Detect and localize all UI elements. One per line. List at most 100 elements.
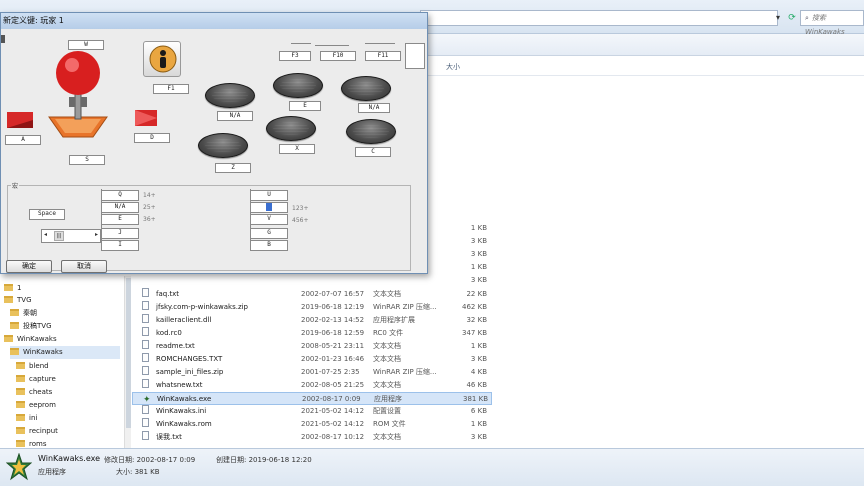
address-dropdown-icon[interactable]: ▾ bbox=[772, 10, 784, 26]
action-button-1[interactable] bbox=[205, 83, 255, 108]
key-extra-label[interactable] bbox=[405, 43, 425, 69]
macro-value: 14+ bbox=[143, 192, 156, 199]
key-start-label[interactable]: F1 bbox=[153, 84, 189, 94]
macro-key-label-active[interactable] bbox=[250, 202, 288, 213]
folder-icon bbox=[16, 440, 25, 447]
folder-icon bbox=[16, 388, 25, 395]
tree-scrollbar[interactable] bbox=[124, 276, 131, 448]
refresh-icon[interactable]: ⟳ bbox=[786, 10, 798, 26]
folder-icon bbox=[4, 335, 13, 342]
macro-group bbox=[7, 185, 411, 271]
file-row[interactable]: readme.txt 2008-05-21 23:11 文本文档 1 KB bbox=[132, 340, 492, 353]
tree-item[interactable]: recinput bbox=[16, 425, 58, 438]
macro-key-label[interactable]: U bbox=[250, 190, 288, 201]
space-label[interactable]: Space bbox=[29, 209, 65, 220]
action-button-5[interactable] bbox=[266, 116, 316, 141]
key-right-label[interactable]: D bbox=[134, 133, 170, 143]
action-button-4[interactable] bbox=[198, 133, 248, 158]
key-btn1-label[interactable]: N/A bbox=[217, 111, 253, 121]
tree-item[interactable]: cheats bbox=[16, 386, 52, 399]
file-row[interactable]: kailleraclient.dll 2002-02-13 14:52 应用程序扩展… bbox=[132, 314, 492, 327]
folder-icon bbox=[10, 348, 19, 355]
key-btn3-label[interactable]: N/A bbox=[358, 103, 390, 113]
text-file-icon bbox=[142, 353, 149, 362]
file-row[interactable]: whatsnew.txt 2002-08-05 21:25 文本文档 46 KB bbox=[132, 379, 492, 392]
tree-item-selected[interactable]: WinKawaks bbox=[10, 346, 120, 359]
action-button-6[interactable] bbox=[346, 119, 396, 144]
spinner-right-icon[interactable]: ▸ bbox=[95, 231, 98, 238]
key-btn5-label[interactable]: X bbox=[279, 144, 315, 154]
folder-icon bbox=[16, 427, 25, 434]
tree-item[interactable]: capture bbox=[16, 373, 56, 386]
key-btn4-label[interactable]: Z bbox=[215, 163, 251, 173]
left-arrow-icon bbox=[7, 112, 33, 128]
macro-value: 123+ bbox=[292, 205, 309, 212]
key-f3-label[interactable]: F3 bbox=[279, 51, 311, 61]
file-row[interactable]: sample_ini_files.zip 2001-07-25 2:35 WinRA… bbox=[132, 366, 492, 379]
key-f10-label[interactable]: F10 bbox=[320, 51, 356, 61]
file-row[interactable]: ROMCHANGES.TXT 2002-01-23 16:46 文本文档 3 KB bbox=[132, 353, 492, 366]
right-arrow-icon bbox=[135, 110, 157, 126]
tree-item[interactable]: eeprom bbox=[16, 399, 56, 412]
details-type: 应用程序 bbox=[38, 468, 66, 476]
key-left-label[interactable]: A bbox=[5, 135, 41, 145]
key-mapping-dialog: 新定义键: 玩家 1 W S A D F1 F3 F10 F11 N/A E N… bbox=[0, 12, 428, 274]
macro-key-label[interactable]: I bbox=[101, 240, 139, 251]
action-button-2[interactable] bbox=[273, 73, 323, 98]
spinner-thumb[interactable]: ||| bbox=[54, 231, 64, 241]
macro-spinner[interactable]: ◂ ||| ▸ bbox=[41, 229, 101, 243]
macro-key-label[interactable]: Q bbox=[101, 190, 139, 201]
tree-item[interactable]: WinKawaks bbox=[4, 333, 57, 346]
key-btn2-label[interactable]: E bbox=[289, 101, 321, 111]
scrollbar-thumb[interactable] bbox=[126, 278, 131, 428]
person-icon bbox=[149, 45, 177, 73]
file-row[interactable]: faq.txt 2002-07-07 16:57 文本文档 22 KB bbox=[132, 288, 492, 301]
file-row[interactable]: jfsky.com-p-winkawaks.zip 2019-06-18 12:1… bbox=[132, 301, 492, 314]
search-input[interactable]: ⌕ 搜索 WinKawaks bbox=[800, 10, 864, 36]
details-size: 大小: 381 KB bbox=[116, 468, 160, 476]
tree-item[interactable]: TVG bbox=[4, 294, 32, 307]
key-down-label[interactable]: S bbox=[69, 155, 105, 165]
folder-icon bbox=[10, 322, 19, 329]
file-icon bbox=[142, 418, 149, 427]
tree-item[interactable]: ini bbox=[16, 412, 37, 425]
zip-file-icon bbox=[142, 301, 149, 310]
address-field[interactable] bbox=[420, 10, 778, 26]
key-f11-label[interactable]: F11 bbox=[365, 51, 401, 61]
details-filename: WinKawaks.exe bbox=[38, 454, 101, 463]
cancel-button[interactable]: 取消 bbox=[61, 260, 107, 273]
file-row[interactable]: 误我.txt 2002-08-17 10:12 文本文档 3 KB bbox=[132, 431, 492, 444]
folder-icon bbox=[16, 375, 25, 382]
file-row[interactable]: WinKawaks.ini 2021-05-02 14:12 配置设置 6 KB bbox=[132, 405, 492, 418]
dialog-title: 新定义键: 玩家 1 bbox=[1, 13, 427, 29]
ok-button[interactable]: 确定 bbox=[6, 260, 52, 273]
start-button[interactable] bbox=[143, 41, 181, 77]
macro-key-label[interactable]: B bbox=[250, 240, 288, 251]
search-icon: ⌕ bbox=[805, 14, 809, 22]
dialog-edge-marker bbox=[1, 35, 5, 43]
tree-item[interactable]: 投稿TVG bbox=[10, 320, 52, 333]
spinner-left-icon[interactable]: ◂ bbox=[44, 231, 47, 238]
details-modified: 修改日期: 2002-08-17 0:09 bbox=[104, 456, 196, 464]
file-row[interactable]: kod.rc0 2019-06-18 12:59 RC0 文件 347 KB bbox=[132, 327, 492, 340]
file-row[interactable]: WinKawaks.rom 2021-05-02 14:12 ROM 文件 1 KB bbox=[132, 418, 492, 431]
text-file-icon bbox=[142, 340, 149, 349]
key-btn6-label[interactable]: C bbox=[355, 147, 391, 157]
macro-group-label: 宏 bbox=[11, 181, 20, 190]
macro-value: 25+ bbox=[143, 204, 156, 211]
macro-key-label[interactable]: N/A bbox=[101, 202, 139, 213]
macro-key-label[interactable]: J bbox=[101, 228, 139, 239]
action-button-3[interactable] bbox=[341, 76, 391, 101]
tree-item[interactable]: 秦朝 bbox=[10, 307, 37, 320]
partial-file-row[interactable]: 3 KB bbox=[132, 274, 492, 287]
text-file-icon bbox=[142, 431, 149, 440]
macro-key-label[interactable]: E bbox=[101, 214, 139, 225]
macro-key-label[interactable]: G bbox=[250, 228, 288, 239]
key-up-label[interactable]: W bbox=[68, 40, 104, 50]
file-row-selected[interactable]: ✦ WinKawaks.exe 2002-08-17 0:09 应用程序 381 KB bbox=[132, 392, 492, 405]
tree-item[interactable]: blend bbox=[16, 360, 49, 373]
macro-key-label[interactable]: V bbox=[250, 214, 288, 225]
size-column-header[interactable]: 大小 bbox=[446, 62, 460, 72]
details-created: 创建日期: 2019-06-18 12:20 bbox=[216, 456, 312, 464]
dll-file-icon bbox=[142, 314, 149, 323]
